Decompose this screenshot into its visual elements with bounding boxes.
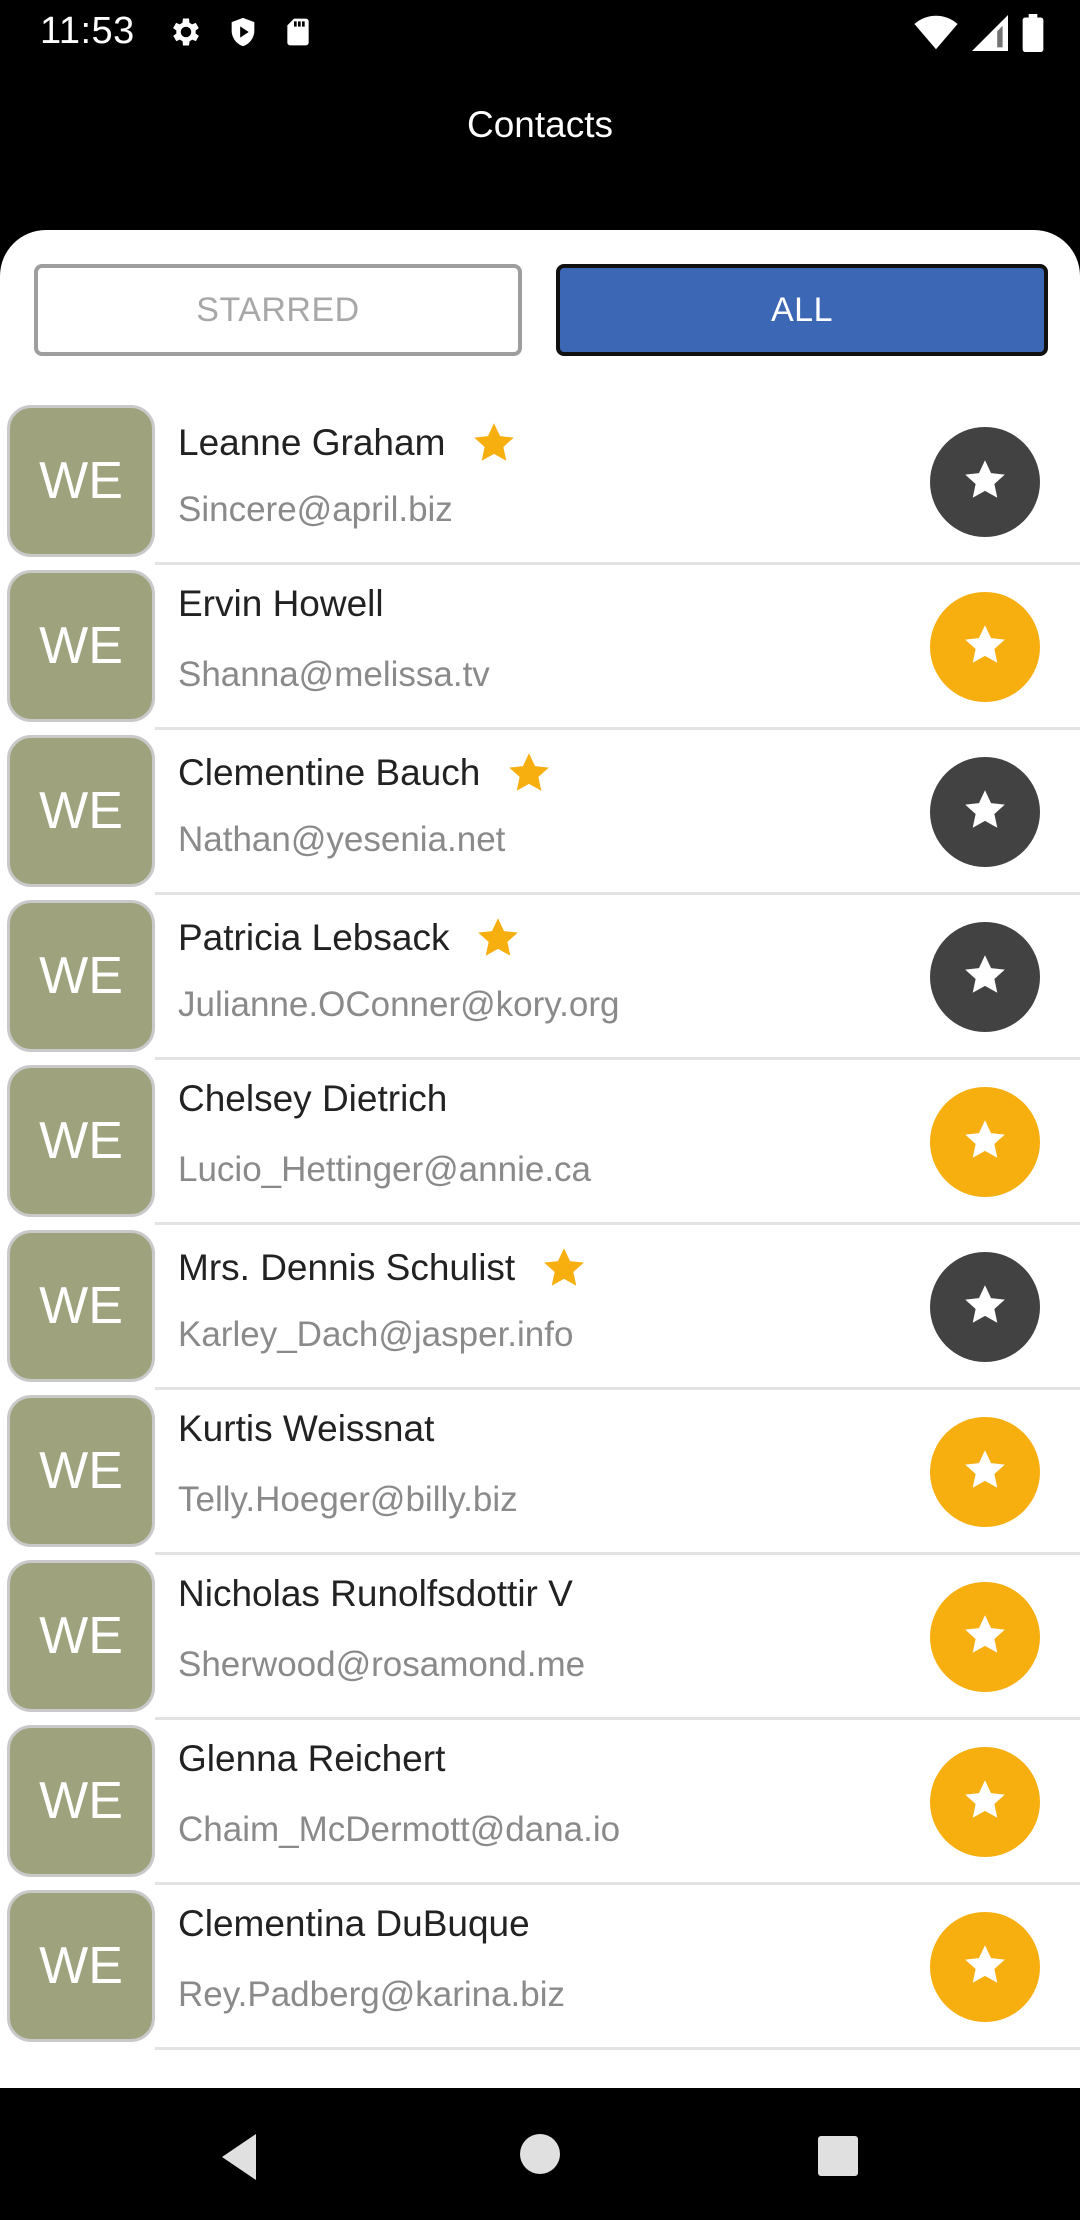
starred-indicator-icon: [539, 1243, 589, 1293]
contact-email: Karley_Dach@jasper.info: [178, 1315, 574, 1354]
star-icon: [960, 1445, 1010, 1500]
contact-name: Nicholas Runolfsdottir V: [178, 1573, 573, 1614]
wifi-icon: [914, 15, 958, 56]
status-icons-right: [914, 14, 1044, 57]
star-icon: [960, 620, 1010, 675]
contact-name-line: Glenna Reichert: [178, 1738, 445, 1780]
recents-icon[interactable]: [816, 2134, 860, 2183]
tab-all[interactable]: ALL: [556, 264, 1048, 356]
contact-name-line: Kurtis Weissnat: [178, 1408, 434, 1450]
avatar: WE: [7, 405, 155, 557]
status-icons-left: [168, 14, 314, 55]
star-toggle-button[interactable]: [930, 1417, 1040, 1527]
contact-name: Clementine Bauch: [178, 752, 481, 793]
contact-row[interactable]: WE Glenna Reichert Chaim_McDermott@dana.io: [0, 1720, 1080, 1885]
sd-card-icon: [282, 14, 314, 55]
contact-row[interactable]: WE Leanne Graham Sincere@april.biz: [0, 400, 1080, 565]
content-sheet: STARRED ALL WE Leanne Graham Sincere@april…: [0, 230, 1080, 2088]
avatar: WE: [7, 1560, 155, 1712]
star-icon: [960, 1115, 1010, 1170]
avatar: WE: [7, 570, 155, 722]
page-title: Contacts: [466, 104, 613, 145]
status-time: 11:53: [40, 10, 135, 52]
gear-icon: [168, 14, 204, 55]
star-icon: [960, 455, 1010, 510]
contact-row[interactable]: WE Ervin Howell Shanna@melissa.tv: [0, 565, 1080, 730]
contact-email: Shanna@melissa.tv: [178, 655, 490, 694]
contact-row[interactable]: WE Chelsey Dietrich Lucio_Hettinger@annie.…: [0, 1060, 1080, 1225]
contact-name: Kurtis Weissnat: [178, 1408, 435, 1449]
contact-row[interactable]: WE Nicholas Runolfsdottir V Sherwood@rosam…: [0, 1555, 1080, 1720]
contact-name: Chelsey Dietrich: [178, 1078, 448, 1119]
contact-name: Patricia Lebsack: [178, 917, 450, 958]
avatar: WE: [7, 1395, 155, 1547]
shield-icon: [226, 14, 260, 55]
contact-row[interactable]: WE Clementina DuBuque Rey.Padberg@karina.b…: [0, 1885, 1080, 2050]
contact-email: Sincere@april.biz: [178, 490, 453, 529]
battery-icon: [1022, 14, 1044, 57]
star-icon: [960, 1940, 1010, 1995]
avatar: WE: [7, 1725, 155, 1877]
star-toggle-button[interactable]: [930, 1747, 1040, 1857]
avatar: WE: [7, 1065, 155, 1217]
star-toggle-button[interactable]: [930, 427, 1040, 537]
contact-name-line: Ervin Howell: [178, 583, 384, 625]
row-divider: [155, 2047, 1080, 2050]
signal-icon: [972, 15, 1008, 56]
star-icon: [960, 1280, 1010, 1335]
star-toggle-button[interactable]: [930, 1087, 1040, 1197]
contact-name-line: Leanne Graham: [178, 418, 519, 468]
star-toggle-button[interactable]: [930, 1582, 1040, 1692]
avatar: WE: [7, 900, 155, 1052]
starred-indicator-icon: [473, 913, 523, 963]
avatar: WE: [7, 735, 155, 887]
star-toggle-button[interactable]: [930, 922, 1040, 1032]
star-icon: [960, 1610, 1010, 1665]
contact-name: Leanne Graham: [178, 422, 446, 463]
app-header: Contacts: [0, 66, 1080, 230]
back-icon[interactable]: [214, 2130, 264, 2189]
contact-name: Glenna Reichert: [178, 1738, 446, 1779]
status-bar: 11:53: [0, 0, 1080, 66]
contact-row[interactable]: WE Clementine Bauch Nathan@yesenia.net: [0, 730, 1080, 895]
star-icon: [960, 950, 1010, 1005]
contact-email: Chaim_McDermott@dana.io: [178, 1810, 621, 1849]
contact-name-line: Clementine Bauch: [178, 748, 554, 798]
star-toggle-button[interactable]: [930, 1912, 1040, 2022]
star-icon: [960, 785, 1010, 840]
star-toggle-button[interactable]: [930, 592, 1040, 702]
contact-row[interactable]: WE Mrs. Dennis Schulist Karley_Dach@jasper…: [0, 1225, 1080, 1390]
navigation-bar: [0, 2088, 1080, 2220]
contact-name-line: Chelsey Dietrich: [178, 1078, 447, 1120]
contact-list: WE Leanne Graham Sincere@april.biz WE Ervin …: [0, 400, 1080, 2050]
contact-name-line: Patricia Lebsack: [178, 913, 523, 963]
contact-name: Clementina DuBuque: [178, 1903, 530, 1944]
starred-indicator-icon: [469, 418, 519, 468]
tab-starred[interactable]: STARRED: [34, 264, 522, 356]
contact-email: Sherwood@rosamond.me: [178, 1645, 586, 1684]
starred-indicator-icon: [504, 748, 554, 798]
contact-name-line: Clementina DuBuque: [178, 1903, 530, 1945]
contact-row[interactable]: WE Kurtis Weissnat Telly.Hoeger@billy.biz: [0, 1390, 1080, 1555]
contact-email: Telly.Hoeger@billy.biz: [178, 1480, 518, 1519]
avatar: WE: [7, 1890, 155, 2042]
contact-row[interactable]: WE Patricia Lebsack Julianne.OConner@kory.…: [0, 895, 1080, 1060]
star-toggle-button[interactable]: [930, 757, 1040, 867]
contact-name-line: Nicholas Runolfsdottir V: [178, 1573, 573, 1615]
contact-email: Julianne.OConner@kory.org: [178, 985, 620, 1024]
star-toggle-button[interactable]: [930, 1252, 1040, 1362]
home-icon[interactable]: [518, 2132, 562, 2181]
contact-email: Nathan@yesenia.net: [178, 820, 506, 859]
star-icon: [960, 1775, 1010, 1830]
contact-email: Lucio_Hettinger@annie.ca: [178, 1150, 592, 1189]
contact-name-line: Mrs. Dennis Schulist: [178, 1243, 589, 1293]
contact-name: Mrs. Dennis Schulist: [178, 1247, 516, 1288]
contact-name: Ervin Howell: [178, 583, 384, 624]
avatar: WE: [7, 1230, 155, 1382]
contact-email: Rey.Padberg@karina.biz: [178, 1975, 566, 2014]
